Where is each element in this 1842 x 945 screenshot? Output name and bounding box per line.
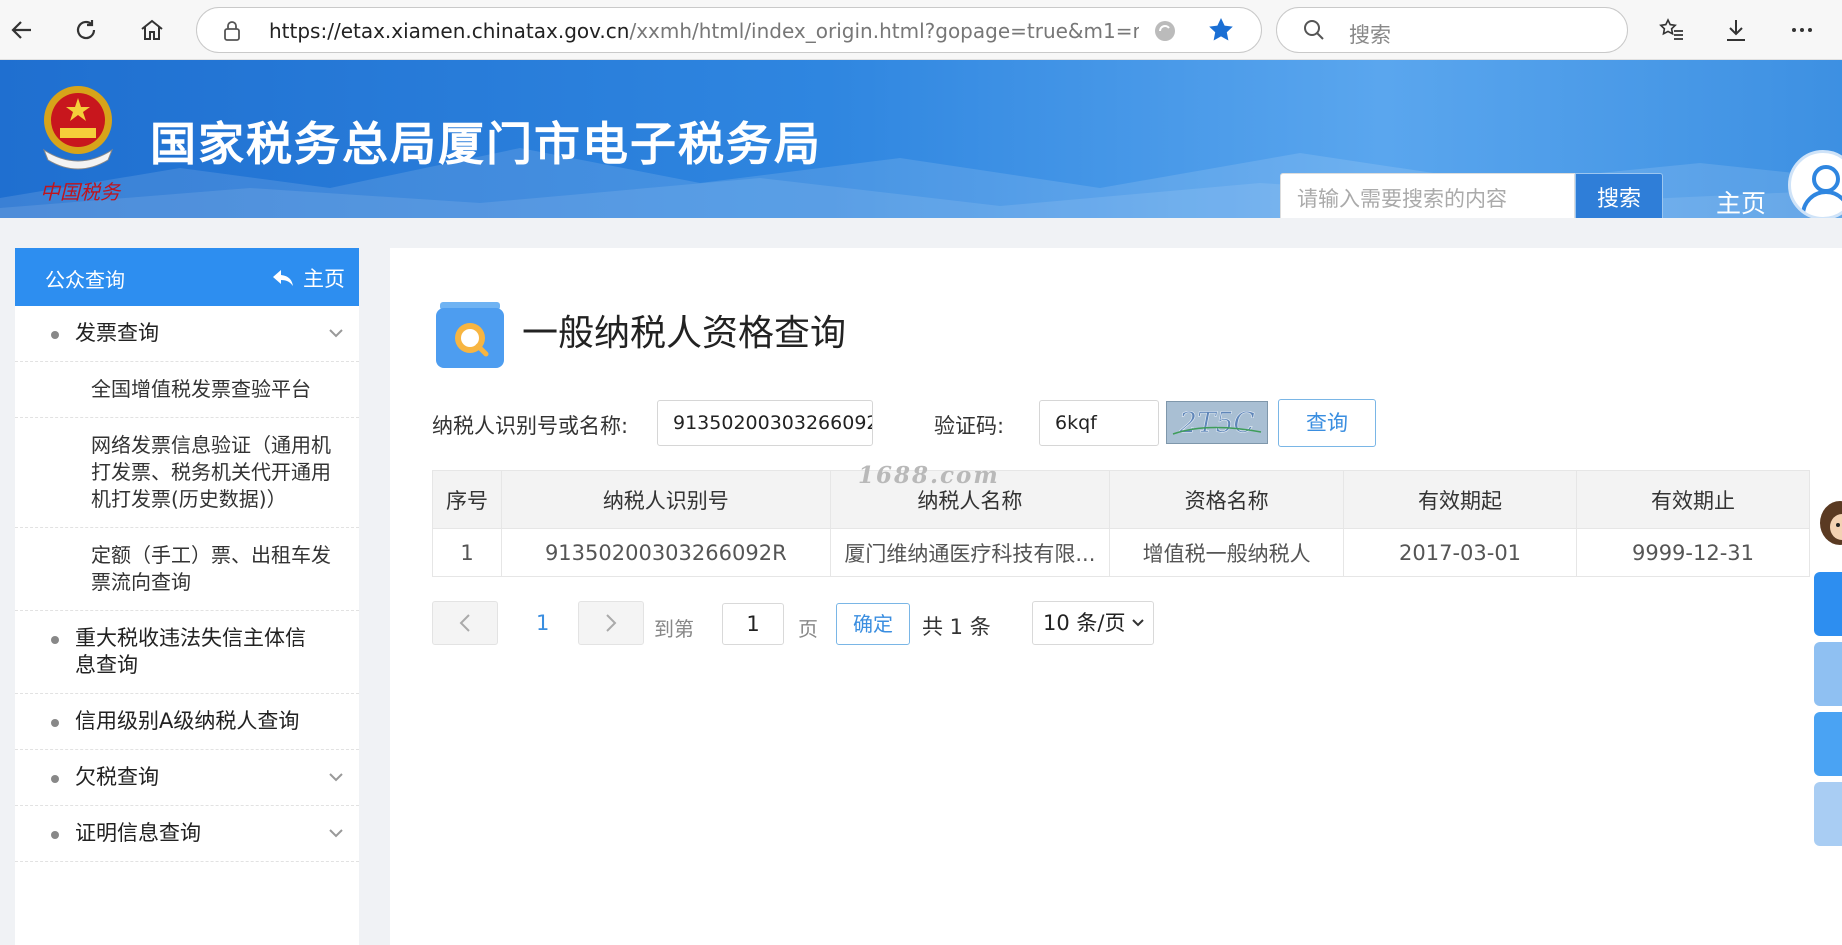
bullet-dot-icon	[51, 719, 59, 727]
column-header: 有效期止	[1576, 470, 1810, 529]
table-header-row: 序号 纳税人识别号 纳税人名称 资格名称 有效期起 有效期止	[431, 470, 1810, 529]
query-button[interactable]: 查询	[1278, 399, 1376, 447]
watermark-text: 1688.com	[858, 462, 1000, 489]
taxpayer-input[interactable]: 91350200303266092R	[657, 400, 873, 446]
browser-toolbar: https://etax.xiamen.chinatax.gov.cn/xxmh…	[0, 0, 1842, 60]
sidebar-item-label: 欠税查询	[75, 765, 159, 789]
chevron-down-icon	[1132, 619, 1144, 627]
sidebar-title: 公众查询	[45, 268, 125, 292]
sidebar-item-label: 信用级别A级纳税人查询	[75, 709, 300, 733]
float-tool-suggestion-icon[interactable]	[1814, 712, 1842, 776]
total-count: 共 1 条	[922, 615, 991, 639]
chevron-down-icon[interactable]	[327, 768, 345, 786]
prev-page-button[interactable]	[432, 601, 498, 645]
captcha-input[interactable]: 6kqf	[1039, 400, 1159, 446]
chevron-right-icon	[606, 614, 617, 632]
taxpayer-label: 纳税人识别号或名称:	[432, 414, 629, 438]
sidebar-header: 公众查询 主页	[15, 248, 359, 306]
goto-page-input[interactable]: 1	[722, 603, 784, 645]
sidebar-subitem-2[interactable]: 网络发票信息验证（通用机打发票、税务机关代开通用机打发票(历史数据)）	[15, 418, 359, 528]
refresh-icon[interactable]	[68, 12, 104, 48]
sidebar-item-label: 重大税收违法失信主体信息查询	[75, 626, 306, 677]
address-bar[interactable]: https://etax.xiamen.chinatax.gov.cn/xxmh…	[196, 7, 1262, 53]
float-tool-back-to-top-icon[interactable]	[1814, 782, 1842, 846]
table-cell: 厦门维纳通医疗科技有限...	[829, 528, 1111, 577]
sidebar-category-6[interactable]: 欠税查询	[15, 750, 359, 806]
url-text: https://etax.xiamen.chinatax.gov.cn/xxmh…	[269, 19, 1139, 43]
sidebar-item-label: 全国增值税发票查验平台	[91, 377, 311, 401]
table-cell: 增值税一般纳税人	[1109, 528, 1345, 577]
home-icon[interactable]	[134, 12, 170, 48]
back-icon[interactable]	[4, 12, 40, 48]
chevron-down-icon[interactable]	[327, 324, 345, 342]
site-search-input[interactable]: 请输入需要搜索的内容	[1280, 173, 1575, 218]
next-page-button[interactable]	[578, 601, 644, 645]
extension-icon[interactable]	[1152, 18, 1178, 48]
table-row: 1 91350200303266092R 厦门维纳通医疗科技有限... 增值税一般纳税…	[431, 528, 1810, 577]
page-size-value: 10 条/页	[1043, 611, 1126, 635]
sidebar-subitem-3[interactable]: 定额（手工）票、出租车发票流向查询	[15, 528, 359, 611]
bullet-dot-icon	[51, 775, 59, 783]
bullet-dot-icon	[51, 331, 59, 339]
table-cell: 91350200303266092R	[501, 528, 831, 577]
column-header: 序号	[431, 470, 503, 529]
sidebar-category-7[interactable]: 证明信息查询	[15, 806, 359, 862]
page-number-current[interactable]: 1	[536, 611, 549, 635]
sidebar-menu: 发票查询全国增值税发票查验平台网络发票信息验证（通用机打发票、税务机关代开通用机…	[15, 306, 359, 862]
sidebar-item-label: 定额（手工）票、出租车发票流向查询	[91, 543, 331, 594]
table-cell: 9999-12-31	[1576, 528, 1810, 577]
lock-icon[interactable]	[223, 20, 241, 46]
bullet-dot-icon	[51, 636, 59, 644]
goto-confirm-button[interactable]: 确定	[836, 603, 910, 645]
sidebar-item-label: 证明信息查询	[75, 821, 201, 845]
sidebar-category-0[interactable]: 发票查询	[15, 306, 359, 362]
download-icon[interactable]	[1718, 12, 1754, 48]
mascot-icon[interactable]	[1814, 495, 1842, 559]
query-page-icon	[436, 302, 504, 368]
sidebar: 公众查询 主页 发票查询全国增值税发票查验平台网络发票信息验证（通用机打发票、税…	[15, 248, 359, 945]
search-icon	[1303, 19, 1325, 45]
goto-label: 到第	[654, 617, 694, 641]
browser-search[interactable]: 搜索	[1276, 7, 1628, 53]
emblem-signature: 中国税务	[40, 180, 120, 204]
sidebar-subitem-1[interactable]: 全国增值税发票查验平台	[15, 362, 359, 418]
table-cell: 2017-03-01	[1343, 528, 1577, 577]
floating-toolbar	[1814, 572, 1842, 852]
header-home-link[interactable]: 主页	[1716, 184, 1766, 218]
more-menu-icon[interactable]	[1784, 12, 1820, 48]
site-search-button[interactable]: 搜索	[1575, 173, 1663, 218]
captcha-image[interactable]: 2T5C	[1166, 401, 1268, 444]
sidebar-item-label: 发票查询	[75, 321, 159, 345]
column-header: 有效期起	[1343, 470, 1577, 529]
column-header: 资格名称	[1109, 470, 1345, 529]
main-panel: 一般纳税人资格查询 纳税人识别号或名称: 91350200303266092R …	[390, 248, 1842, 945]
chevron-left-icon	[459, 614, 470, 632]
page-title: 一般纳税人资格查询	[522, 313, 847, 354]
pagination: 1 到第 1 页 确定 共 1 条 10 条/页	[432, 601, 1232, 647]
site-title: 国家税务总局厦门市电子税务局	[150, 117, 822, 171]
captcha-label: 验证码:	[934, 414, 1005, 438]
page-size-select[interactable]: 10 条/页	[1032, 601, 1154, 645]
bullet-dot-icon	[51, 831, 59, 839]
favorites-list-icon[interactable]	[1654, 12, 1690, 48]
table-cell: 1	[431, 528, 503, 577]
favorite-star-icon[interactable]	[1207, 16, 1235, 48]
browser-search-placeholder: 搜索	[1349, 23, 1391, 47]
national-emblem-icon	[42, 86, 114, 170]
sidebar-item-label: 网络发票信息验证（通用机打发票、税务机关代开通用机打发票(历史数据)）	[91, 433, 331, 511]
captcha-text: 2T5C	[1178, 406, 1255, 439]
table-body: 1 91350200303266092R 厦门维纳通医疗科技有限... 增值税一般纳税…	[431, 528, 1810, 577]
column-header: 纳税人识别号	[501, 470, 831, 529]
sidebar-home-link[interactable]: 主页	[271, 263, 345, 293]
sidebar-category-5[interactable]: 信用级别A级纳税人查询	[15, 694, 359, 750]
float-tool-document-icon[interactable]	[1814, 572, 1842, 636]
chevron-down-icon[interactable]	[327, 824, 345, 842]
site-header: 中国税务 国家税务总局厦门市电子税务局 请输入需要搜索的内容 搜索 主页 登录	[0, 60, 1842, 218]
page-unit-label: 页	[798, 617, 818, 641]
reply-arrow-icon	[273, 270, 293, 286]
sidebar-category-4[interactable]: 重大税收违法失信主体信息查询	[15, 611, 359, 694]
result-table: 序号 纳税人识别号 纳税人名称 资格名称 有效期起 有效期止 1 9135020030326…	[431, 470, 1810, 577]
float-tool-form-icon[interactable]	[1814, 642, 1842, 706]
sidebar-home-label: 主页	[303, 267, 345, 291]
